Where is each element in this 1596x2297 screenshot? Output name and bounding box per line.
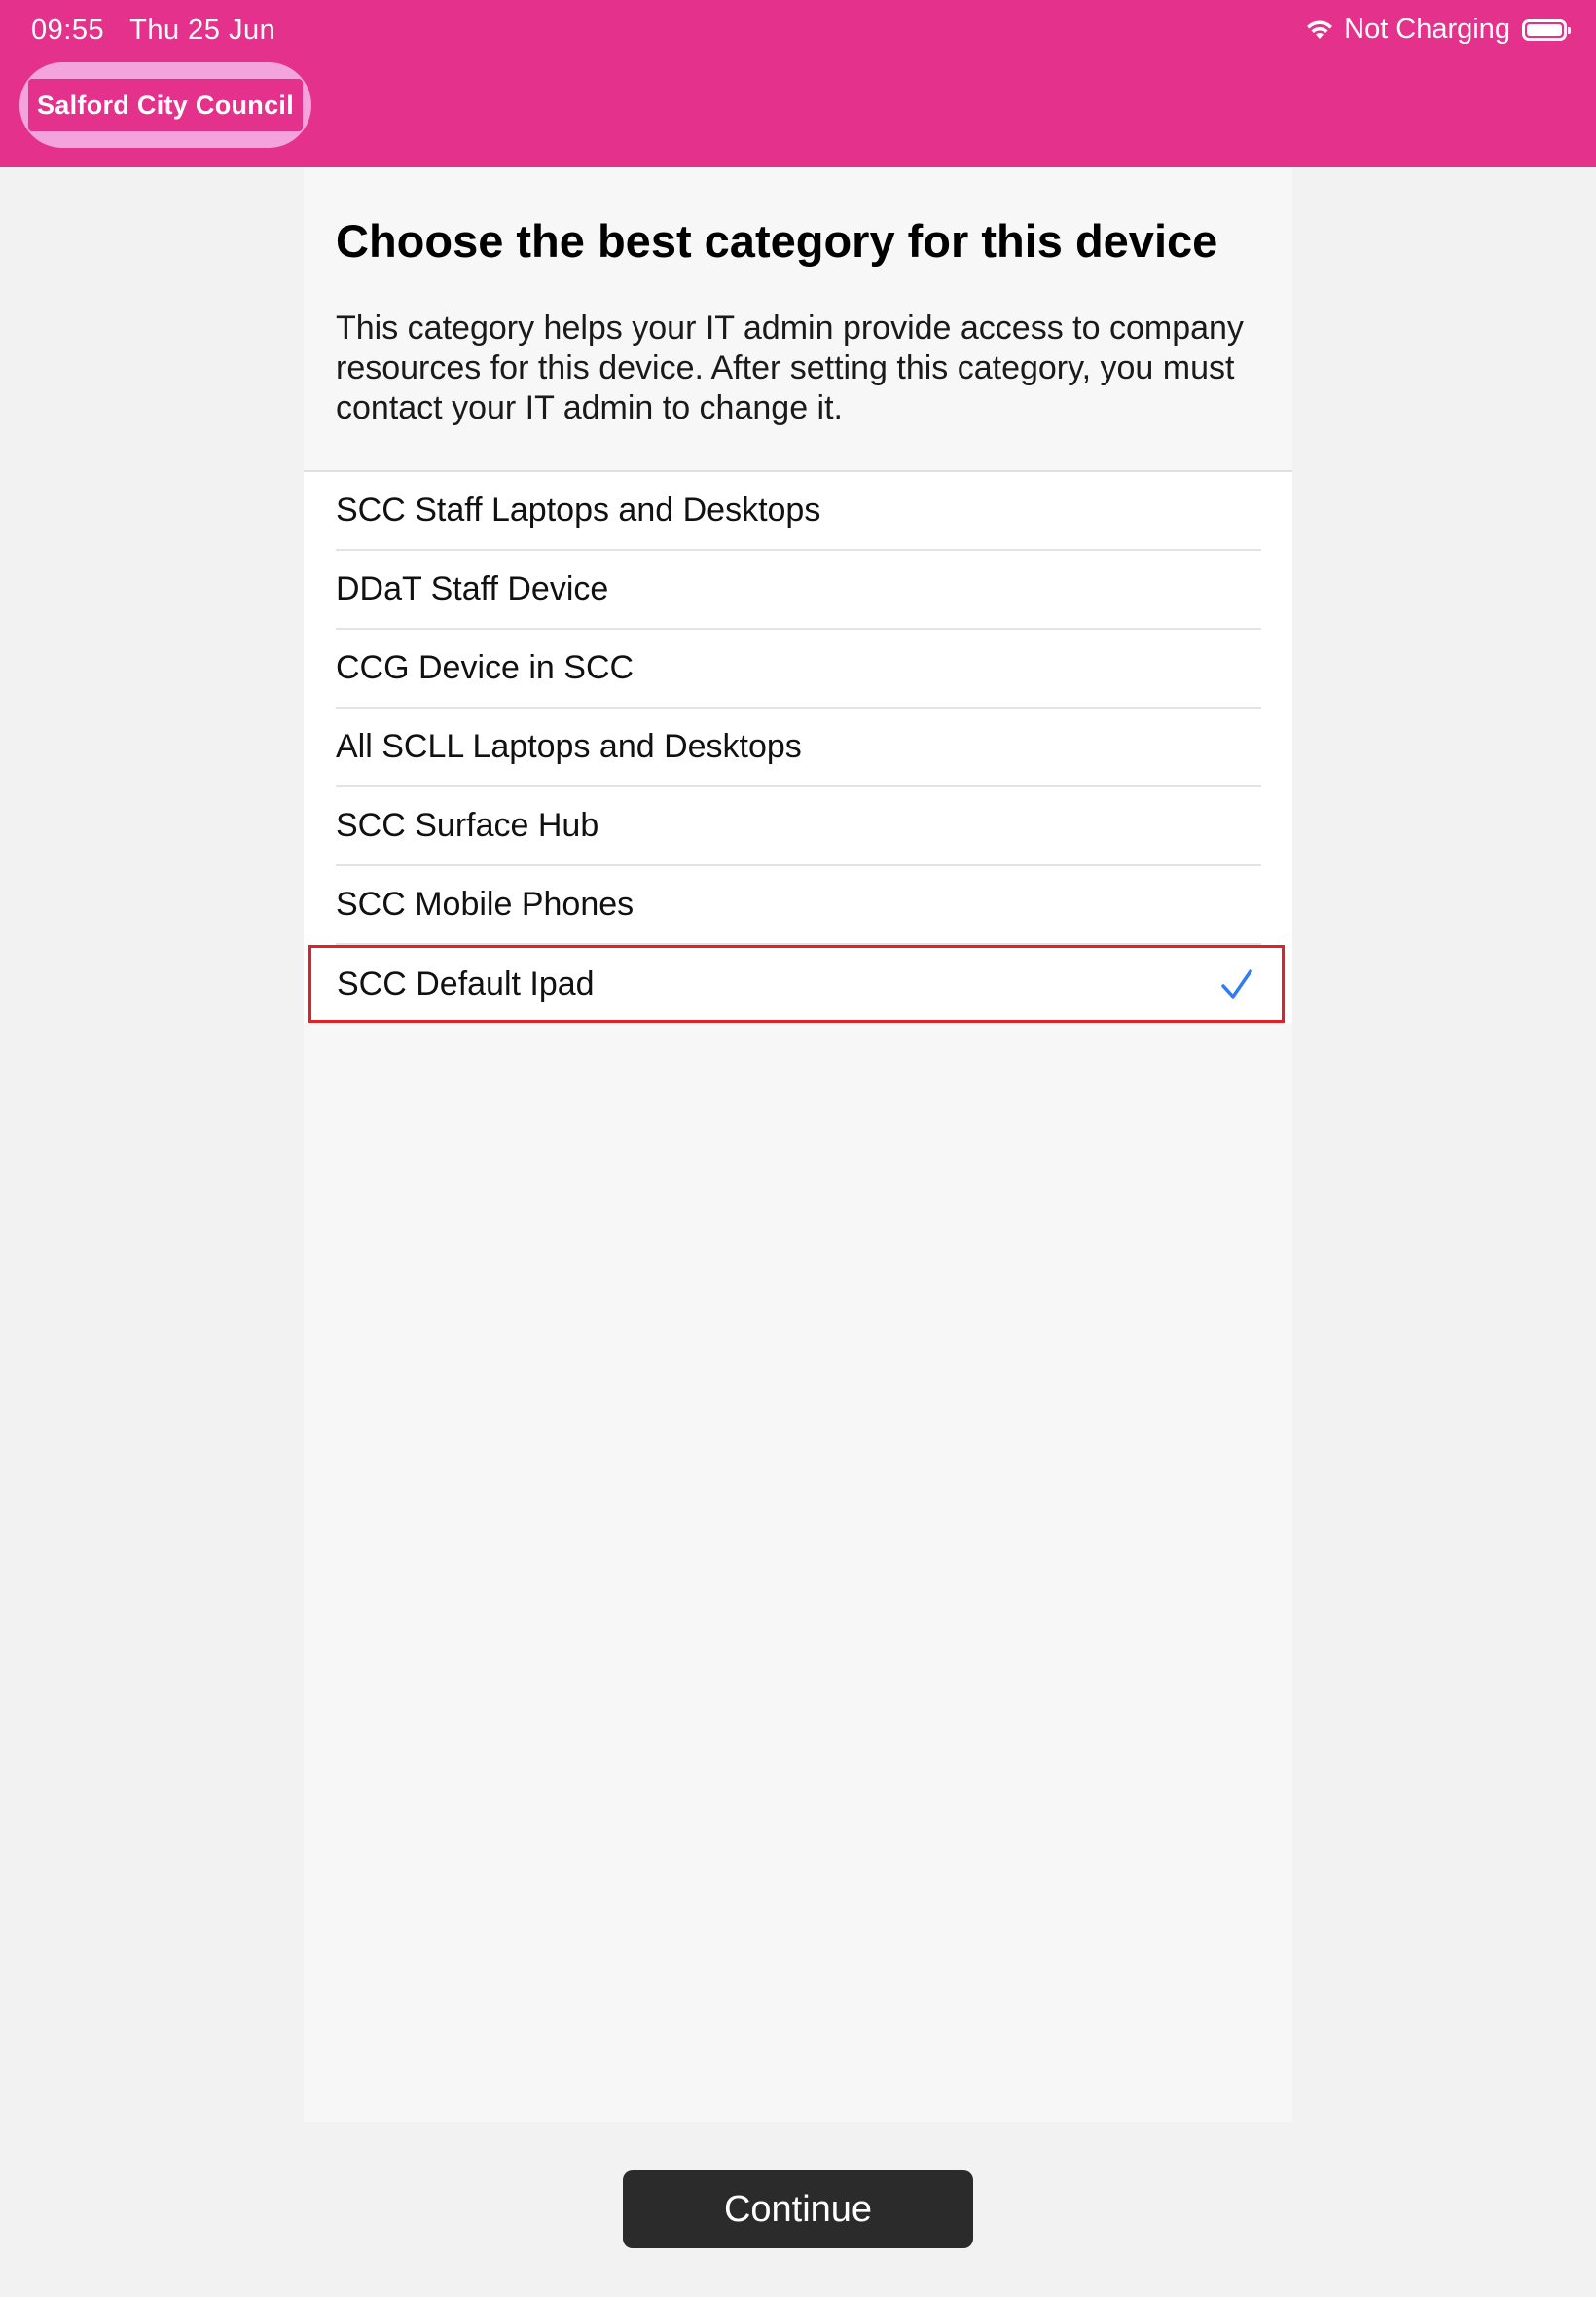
status-date: Thu 25 Jun (129, 15, 276, 46)
category-label: DDaT Staff Device (336, 570, 609, 607)
category-option[interactable]: DDaT Staff Device (336, 551, 1261, 630)
council-logo: Salford City Council (19, 62, 311, 148)
category-label: All SCLL Laptops and Desktops (336, 728, 802, 765)
category-card: Choose the best category for this device… (304, 167, 1292, 2297)
category-label: SCC Staff Laptops and Desktops (336, 492, 821, 529)
category-option[interactable]: CCG Device in SCC (336, 630, 1261, 709)
category-option[interactable]: SCC Surface Hub (336, 787, 1261, 866)
left-rail (0, 167, 304, 2297)
status-bar-left: 09:55 Thu 25 Jun (31, 15, 293, 47)
wifi-icon (1307, 19, 1333, 39)
category-label: SCC Surface Hub (336, 807, 599, 844)
battery-icon (1522, 18, 1571, 41)
category-label: CCG Device in SCC (336, 649, 635, 686)
logo-text: Salford City Council (28, 79, 303, 131)
category-option[interactable]: SCC Mobile Phones (336, 866, 1261, 945)
category-list: SCC Staff Laptops and Desktops DDaT Staf… (304, 470, 1292, 1023)
category-label: SCC Mobile Phones (336, 886, 635, 923)
category-option[interactable]: All SCLL Laptops and Desktops (336, 709, 1261, 787)
status-time: 09:55 (31, 15, 105, 46)
continue-button[interactable]: Continue (623, 2170, 973, 2248)
category-label: SCC Default Ipad (337, 965, 595, 1003)
page-description: This category helps your IT admin provid… (336, 310, 1244, 426)
page-title: Choose the best category for this device (336, 215, 1218, 267)
checkmark-icon (1221, 969, 1252, 999)
status-bar-right: Not Charging (1305, 14, 1571, 46)
app-header: 09:55 Thu 25 Jun Not Charging Salford Ci… (0, 0, 1596, 167)
category-option-selected[interactable]: SCC Default Ipad (308, 945, 1285, 1023)
category-option[interactable]: SCC Staff Laptops and Desktops (336, 472, 1261, 551)
charging-status: Not Charging (1344, 14, 1510, 45)
